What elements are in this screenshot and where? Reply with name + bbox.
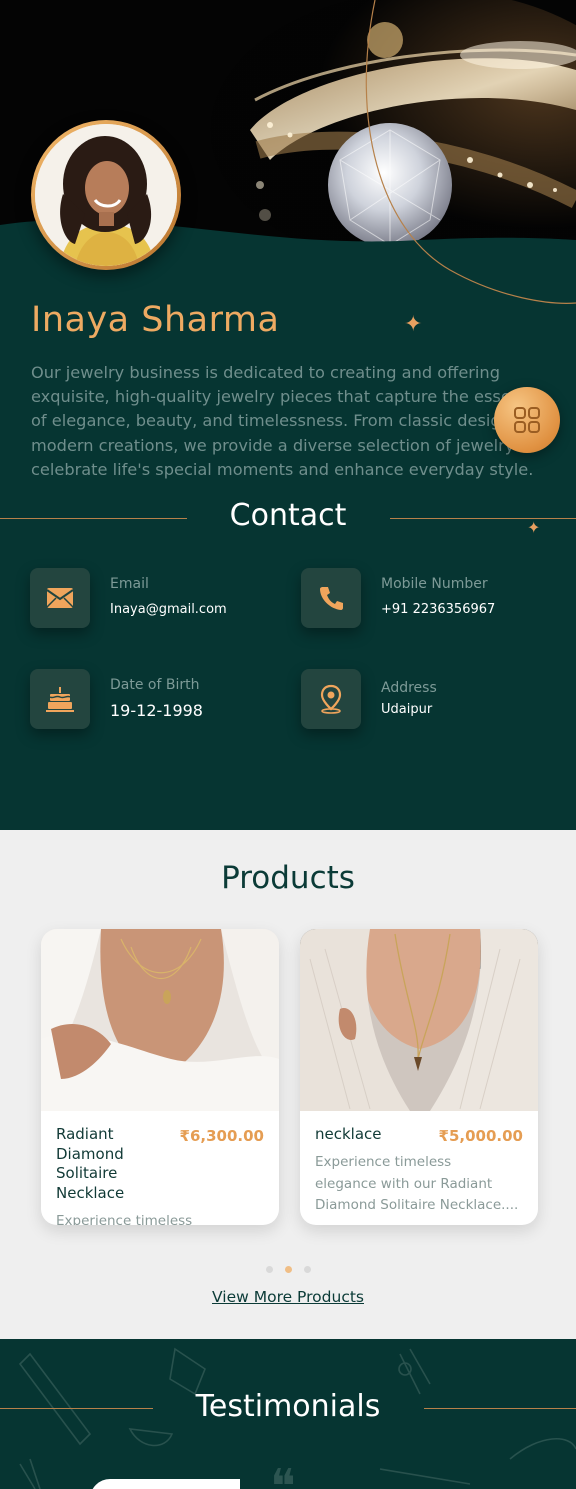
testimonials-heading: Testimonials <box>195 1389 381 1424</box>
contact-label: Email <box>110 576 149 592</box>
product-card[interactable]: necklace ₹5,000.00 Experience timeless e… <box>300 929 538 1225</box>
bio-line: of elegance, beauty, and timelessness. F… <box>31 411 501 431</box>
products-section: Products Radiant Diamond Solitaire Neckl… <box>0 830 576 1339</box>
product-title: necklace <box>315 1125 382 1143</box>
title-line: Diamond <box>56 1144 124 1163</box>
grid-icon <box>514 407 540 433</box>
contact-phone[interactable]: Mobile Number +91 2236356967 <box>301 568 561 630</box>
avatar <box>31 120 181 270</box>
sparkle-icon: ✦ <box>527 518 541 537</box>
contact-label: Mobile Number <box>381 576 488 592</box>
phone-icon <box>301 568 361 628</box>
profile-section: Inaya Sharma ✦ Our jewelry business is d… <box>0 0 576 830</box>
location-pin-icon <box>301 669 361 729</box>
contact-label: Address <box>381 680 437 696</box>
sparkle-icon: ✦ <box>404 312 423 337</box>
title-line: Necklace <box>56 1183 125 1202</box>
bio-line: modern creations, we provide a diverse s… <box>31 435 526 455</box>
desc-line: elegance with our Radiant <box>315 1175 493 1192</box>
bio-line: Our jewelry business is dedicated to cre… <box>31 363 500 382</box>
carousel-dots <box>0 1258 576 1277</box>
contact-label: Date of Birth <box>110 677 200 693</box>
contact-email[interactable]: Email Inaya@gmail.com <box>30 568 280 630</box>
contact-value: Udaipur <box>381 702 433 717</box>
profile-photo <box>35 124 177 266</box>
product-image <box>41 929 279 1111</box>
carousel-dot[interactable] <box>303 1266 311 1273</box>
bio-line: celebrate life's special moments and enh… <box>31 459 534 479</box>
product-image <box>300 929 538 1111</box>
product-price: ₹5,000.00 <box>438 1127 523 1145</box>
menu-button[interactable] <box>494 387 560 453</box>
product-card[interactable]: Radiant Diamond Solitaire Necklace ₹6,30… <box>41 929 279 1225</box>
divider-line <box>424 1408 576 1409</box>
divider-line <box>390 518 576 519</box>
testimonials-section: Testimonials ❝ <box>0 1339 576 1489</box>
testimonial-card <box>90 1479 240 1489</box>
desc-line: Experience timeless <box>315 1154 452 1170</box>
product-description: Experience timeless elegance with our Ra… <box>315 1152 518 1217</box>
title-line: Radiant <box>56 1125 114 1143</box>
carousel-dot[interactable] <box>265 1266 273 1273</box>
profile-bio: Our jewelry business is dedicated to cre… <box>31 361 541 482</box>
view-more-products-link[interactable]: View More Products <box>0 1288 576 1306</box>
product-title: Radiant Diamond Solitaire Necklace <box>56 1125 124 1203</box>
title-line: Solitaire <box>56 1164 118 1182</box>
profile-name: Inaya Sharma <box>31 300 280 340</box>
contact-value: Inaya@gmail.com <box>110 602 227 617</box>
cake-icon <box>30 669 90 729</box>
contact-dob: Date of Birth 19-12-1998 <box>30 669 280 731</box>
contact-value: +91 2236356967 <box>381 602 496 617</box>
contact-value: 19-12-1998 <box>110 701 203 720</box>
contact-address[interactable]: Address Udaipur <box>301 669 561 731</box>
envelope-icon <box>30 568 90 628</box>
product-price: ₹6,300.00 <box>179 1127 264 1145</box>
desc-line: Diamond Solitaire Necklace.... <box>315 1197 519 1213</box>
products-heading: Products <box>221 860 355 896</box>
bio-line: exquisite, high-quality jewelry pieces t… <box>31 387 511 407</box>
quote-icon: ❝ <box>270 1459 296 1489</box>
carousel-dot-active[interactable] <box>284 1266 292 1273</box>
contact-heading: Contact <box>229 498 347 533</box>
product-description: Experience timeless <box>56 1213 193 1225</box>
